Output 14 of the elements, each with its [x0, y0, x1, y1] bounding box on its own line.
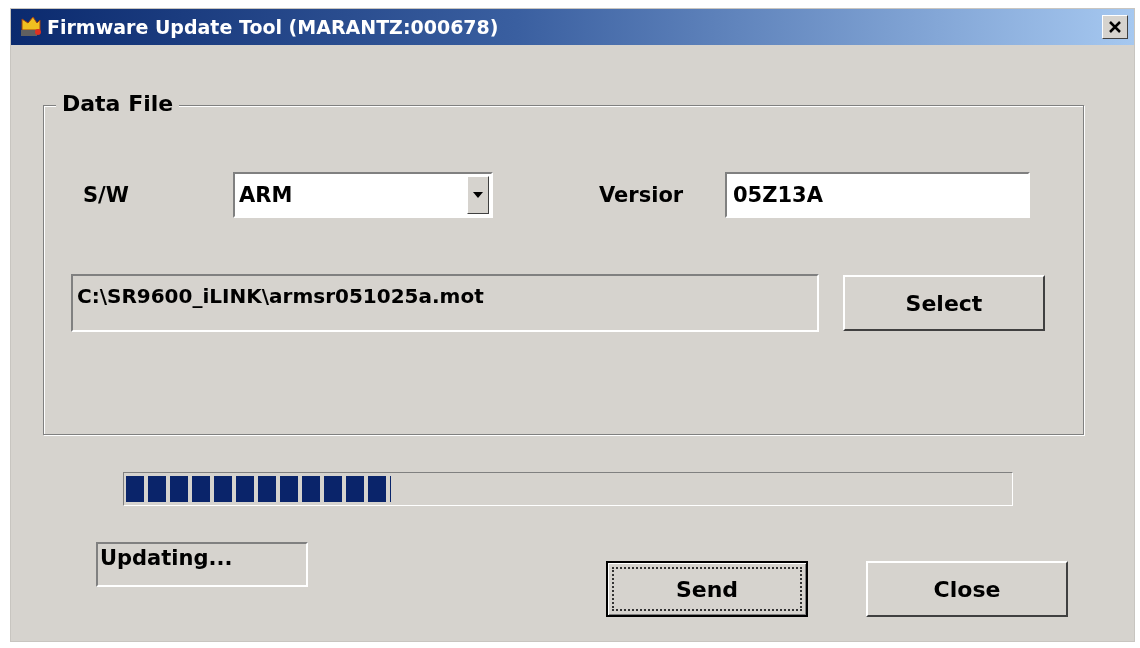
dropdown[interactable]: ARM — [233, 172, 493, 218]
file-path-field: C:\SR9600_iLINK\armsr051025a.mot — [71, 274, 819, 332]
close-icon — [1108, 20, 1122, 34]
status-field: Updating... — [96, 542, 308, 587]
window-title: Firmware Update Tool (MARANTZ:000678) — [47, 16, 500, 38]
select-button[interactable]: Select — [843, 275, 1045, 331]
field-label: S/W — [82, 183, 130, 207]
close-button[interactable]: Close — [866, 561, 1068, 617]
app-icon — [19, 15, 43, 39]
dropdown-arrow-icon — [473, 192, 483, 198]
version-field[interactable]: 05Z13A — [725, 172, 1030, 218]
send-button[interactable]: Send — [606, 561, 808, 617]
close-button[interactable] — [1102, 15, 1128, 39]
field-label: Versior — [599, 183, 685, 207]
